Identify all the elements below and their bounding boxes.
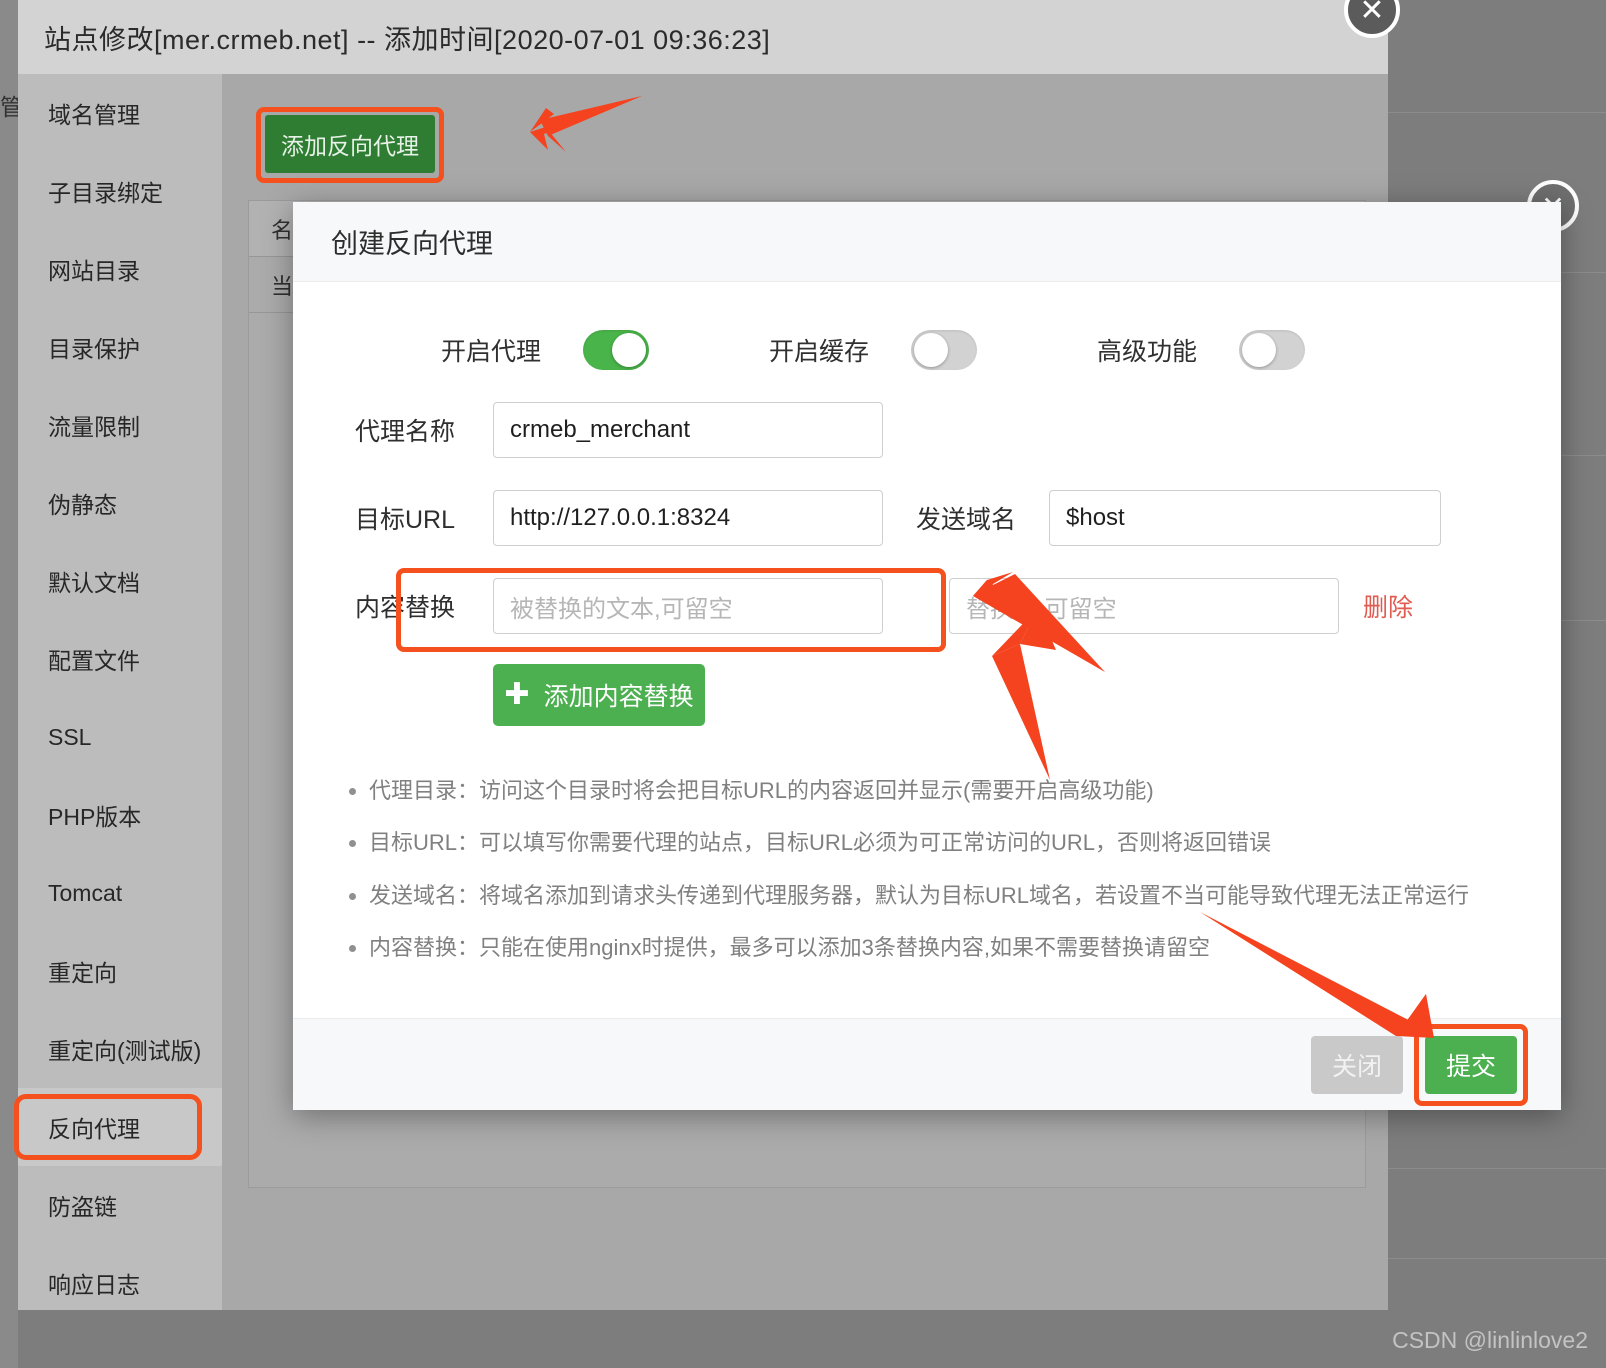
sidebar-item-13[interactable]: 反向代理 xyxy=(18,1088,222,1166)
plus-icon: ✚ xyxy=(504,680,529,710)
toggle-switch[interactable] xyxy=(911,330,977,370)
dialog-footer: 关闭 提交 xyxy=(293,1018,1561,1110)
help-item: 目标URL：可以填写你需要代理的站点，目标URL必须为可正常访问的URL，否则将… xyxy=(369,830,1521,856)
sidebar-item-label: 反向代理 xyxy=(48,1110,140,1144)
sidebar-item-label: Tomcat xyxy=(48,880,122,907)
window-titlebar: 站点修改[mer.crmeb.net] -- 添加时间[2020-07-01 0… xyxy=(18,0,1388,74)
sidebar-item-label: PHP版本 xyxy=(48,798,141,832)
dialog-title: 创建反向代理 xyxy=(331,222,493,261)
sidebar-item-label: 默认文档 xyxy=(48,564,140,598)
sidebar: 域名管理子目录绑定网站目录目录保护流量限制伪静态默认文档配置文件 SSL PHP版本… xyxy=(18,74,222,1310)
delete-replace-link[interactable]: 删除 xyxy=(1363,588,1413,624)
sidebar-item-label: 域名管理 xyxy=(48,96,140,130)
help-item: 代理目录：访问这个目录时将会把目标URL的内容返回并显示(需要开启高级功能) xyxy=(369,778,1521,804)
sidebar-item-label: 响应日志 xyxy=(48,1266,140,1300)
toggle-knob xyxy=(1242,333,1276,367)
sidebar-item-0[interactable]: 域名管理 xyxy=(18,74,222,152)
sidebar-item-label: 防盗链 xyxy=(48,1188,117,1222)
toggle-switch[interactable] xyxy=(1239,330,1305,370)
target-url-input[interactable]: http://127.0.0.1:8324 xyxy=(493,490,883,546)
sidebar-item-label: 配置文件 xyxy=(48,642,140,676)
sidebar-item-6[interactable]: 默认文档 xyxy=(18,542,222,620)
content-replace-from-input[interactable]: 被替换的文本,可留空 xyxy=(493,578,883,634)
proxy-name-row: 代理名称 crmeb_merchant xyxy=(333,402,1521,458)
sidebar-item-1[interactable]: 子目录绑定 xyxy=(18,152,222,230)
content-replace-row: 内容替换 被替换的文本,可留空 替换为,可留空 删除 xyxy=(333,578,1521,634)
toggle-group-2: 高级功能 xyxy=(1097,330,1305,370)
add-content-replace-button[interactable]: ✚ 添加内容替换 xyxy=(493,664,705,726)
sidebar-item-label: 目录保护 xyxy=(48,330,140,364)
sidebar-item-7[interactable]: 配置文件 xyxy=(18,620,222,698)
sidebar-item-label: 流量限制 xyxy=(48,408,140,442)
toggle-group-1: 开启缓存 xyxy=(769,330,977,370)
dialog-body: 开启代理 开启缓存 高级功能 代理名称 crmeb_merchant 目标URL h… xyxy=(293,282,1561,962)
sidebar-item-2[interactable]: 网站目录 xyxy=(18,230,222,308)
sidebar-item-5[interactable]: 伪静态 xyxy=(18,464,222,542)
target-url-label: 目标URL xyxy=(333,500,493,536)
sidebar-item-10[interactable]: Tomcat xyxy=(18,854,222,932)
sidebar-item-label: 子目录绑定 xyxy=(48,174,163,208)
toggle-label: 高级功能 xyxy=(1097,332,1197,368)
left-edge-partial-text: 管 xyxy=(0,88,18,122)
sidebar-item-8[interactable]: SSL xyxy=(18,698,222,776)
page-title: 站点修改[mer.crmeb.net] -- 添加时间[2020-07-01 0… xyxy=(44,18,770,57)
toggle-knob xyxy=(612,333,646,367)
toggle-knob xyxy=(914,333,948,367)
sidebar-item-label: 伪静态 xyxy=(48,486,117,520)
background-bottom-bar xyxy=(18,1310,1606,1368)
sidebar-item-3[interactable]: 目录保护 xyxy=(18,308,222,386)
close-button[interactable]: 关闭 xyxy=(1311,1036,1403,1094)
dialog-header: 创建反向代理 xyxy=(293,202,1561,282)
watermark: CSDN @linlinlove2 xyxy=(1392,1327,1588,1354)
toggle-label: 开启代理 xyxy=(441,332,541,368)
sidebar-item-label: 重定向(测试版) xyxy=(48,1032,201,1066)
help-item: 内容替换：只能在使用nginx时提供，最多可以添加3条替换内容,如果不需要替换请… xyxy=(369,935,1521,961)
sidebar-item-14[interactable]: 防盗链 xyxy=(18,1166,222,1244)
proxy-name-label: 代理名称 xyxy=(333,412,493,448)
toggle-label: 开启缓存 xyxy=(769,332,869,368)
sidebar-item-12[interactable]: 重定向(测试版) xyxy=(18,1010,222,1088)
toggle-row: 开启代理 开启缓存 高级功能 xyxy=(333,282,1521,370)
content-replace-to-input[interactable]: 替换为,可留空 xyxy=(949,578,1339,634)
send-domain-label: 发送域名 xyxy=(916,500,1016,536)
proxy-name-input[interactable]: crmeb_merchant xyxy=(493,402,883,458)
sidebar-item-11[interactable]: 重定向 xyxy=(18,932,222,1010)
content-replace-label: 内容替换 xyxy=(333,588,493,624)
toggle-switch[interactable] xyxy=(583,330,649,370)
sidebar-item-label: 网站目录 xyxy=(48,252,140,286)
sidebar-item-label: SSL xyxy=(48,724,91,751)
help-list: 代理目录：访问这个目录时将会把目标URL的内容返回并显示(需要开启高级功能) 目标… xyxy=(333,778,1521,962)
help-item: 发送域名：将域名添加到请求头传递到代理服务器，默认为目标URL域名，若设置不当可… xyxy=(369,883,1521,909)
screen: 站点修改[mer.crmeb.net] -- 添加时间[2020-07-01 0… xyxy=(0,0,1606,1368)
target-url-row: 目标URL http://127.0.0.1:8324 发送域名 $host xyxy=(333,490,1521,546)
send-domain-input[interactable]: $host xyxy=(1049,490,1441,546)
sidebar-item-4[interactable]: 流量限制 xyxy=(18,386,222,464)
create-reverse-proxy-dialog: 创建反向代理 开启代理 开启缓存 高级功能 代理名称 crmeb_merchant … xyxy=(293,202,1561,1110)
submit-button-wrapper: 提交 xyxy=(1425,1036,1517,1094)
toggle-group-0: 开启代理 xyxy=(441,330,649,370)
sidebar-item-9[interactable]: PHP版本 xyxy=(18,776,222,854)
add-reverse-proxy-highlight xyxy=(256,107,444,183)
add-content-replace-label: 添加内容替换 xyxy=(544,677,694,713)
submit-button[interactable]: 提交 xyxy=(1425,1036,1517,1094)
sidebar-item-label: 重定向 xyxy=(48,954,117,988)
